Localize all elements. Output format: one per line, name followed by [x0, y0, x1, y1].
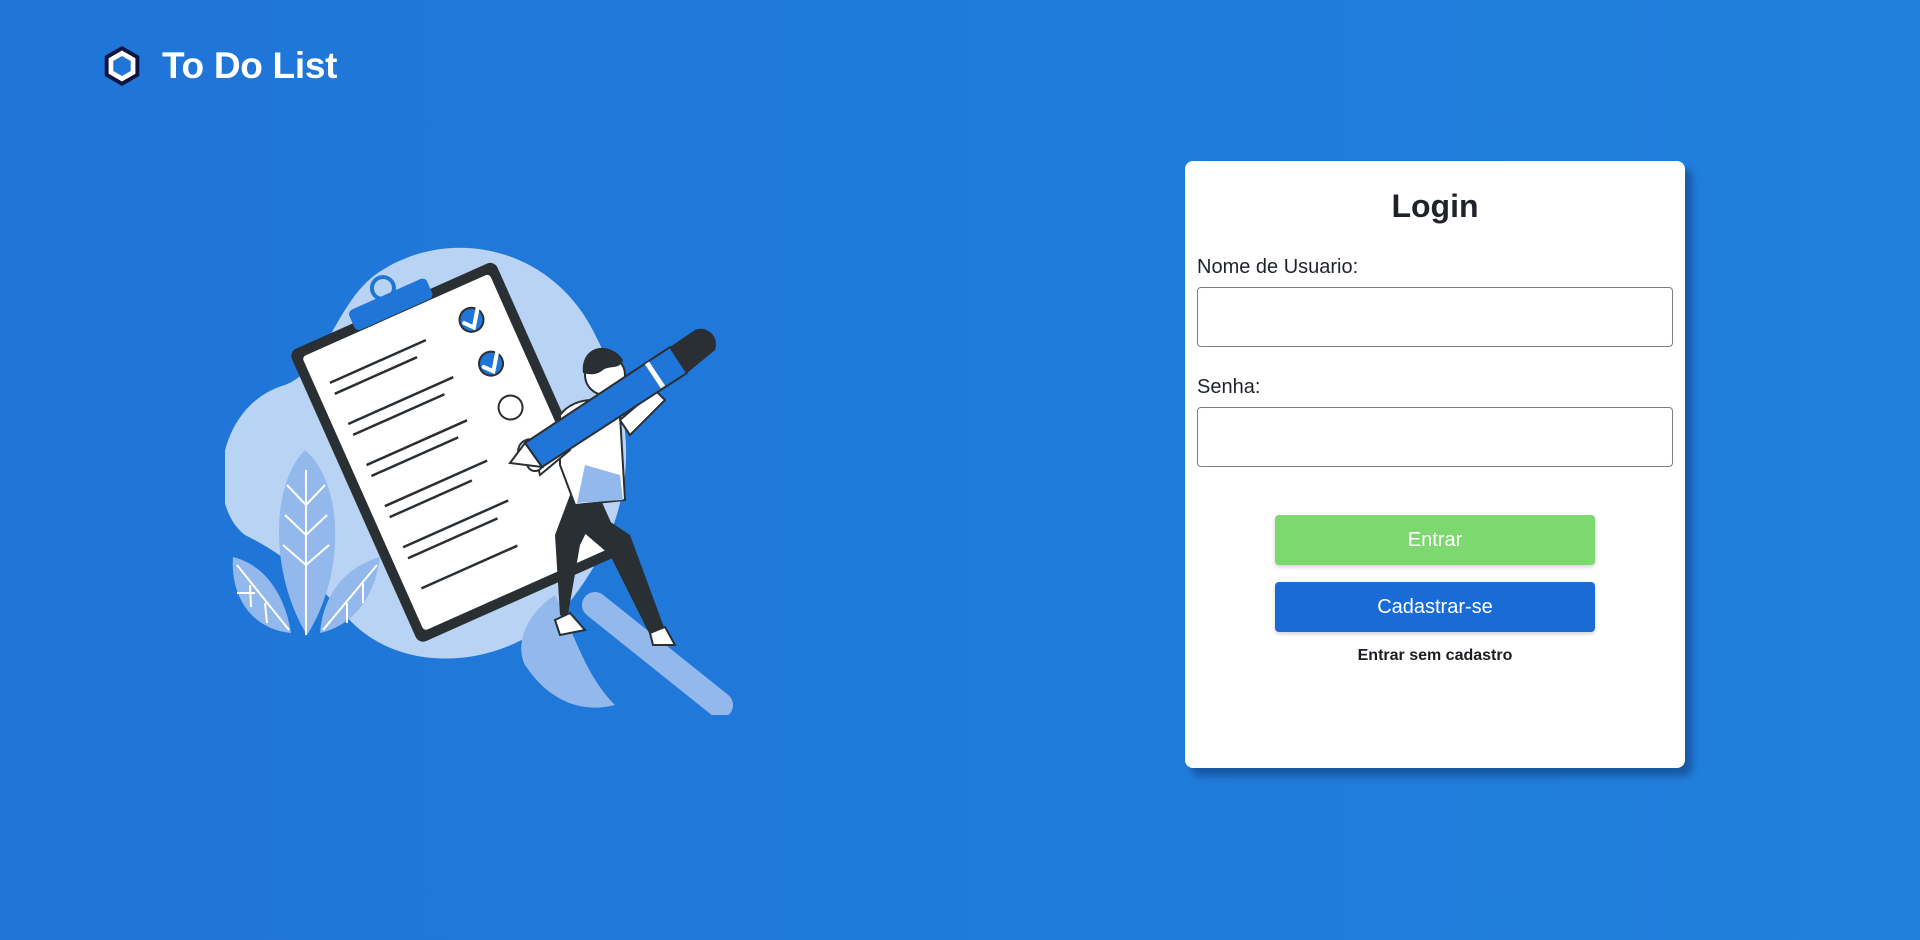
username-label: Nome de Usuario:: [1197, 256, 1359, 278]
app-title: To Do List: [162, 45, 338, 86]
guest-login-link[interactable]: Entrar sem cadastro: [1185, 647, 1685, 665]
register-button[interactable]: Cadastrar-se: [1275, 582, 1595, 632]
login-card: Login Nome de Usuario: Senha: Entrar Cad…: [1185, 161, 1685, 768]
password-label: Senha:: [1197, 376, 1261, 398]
brand[interactable]: To Do List: [100, 44, 337, 88]
login-button[interactable]: Entrar: [1275, 515, 1595, 565]
password-input[interactable]: [1197, 407, 1673, 467]
login-title: Login: [1391, 188, 1479, 224]
person-with-pencil-checklist-illustration: [225, 247, 733, 715]
username-input[interactable]: [1197, 287, 1673, 347]
hexagon-logo-icon: [104, 46, 140, 86]
